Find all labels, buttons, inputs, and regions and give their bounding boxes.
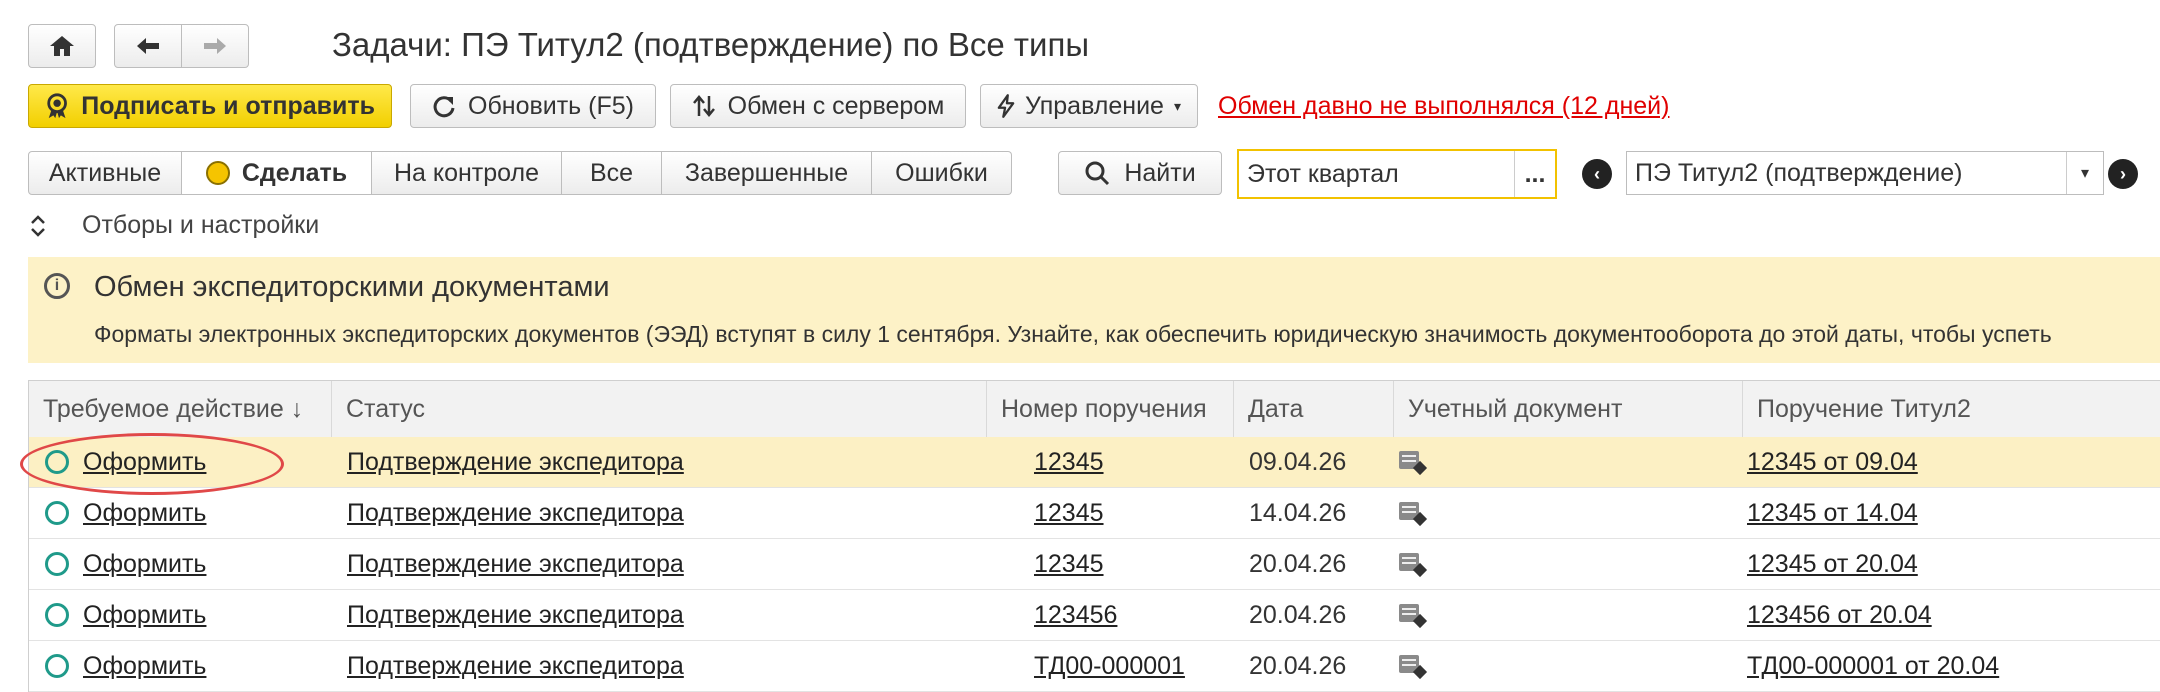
table-header: Требуемое действие ↓ Статус Номер поруче…	[29, 381, 2160, 438]
number-link[interactable]: 12345	[1034, 499, 1104, 528]
tab-todo[interactable]: Сделать	[182, 151, 372, 195]
status-circle-icon	[45, 603, 69, 627]
tasks-table: Требуемое действие ↓ Статус Номер поруче…	[28, 380, 2160, 692]
number-link[interactable]: 12345	[1034, 448, 1104, 477]
home-icon	[50, 36, 74, 56]
previous-type-icon[interactable]: ‹	[1582, 159, 1612, 189]
status-link[interactable]: Подтверждение экспедитора	[347, 550, 684, 579]
date-cell: 20.04.26	[1249, 651, 1347, 680]
tab-on-control[interactable]: На контроле	[372, 151, 562, 195]
period-select-button[interactable]: ...	[1514, 151, 1555, 197]
order-link[interactable]: ТД00-000001 от 20.04	[1747, 652, 1999, 681]
highlight-oval	[20, 433, 284, 495]
exchange-label: Обмен с сервером	[727, 91, 945, 120]
date-cell: 20.04.26	[1249, 549, 1347, 578]
sign-and-send-button[interactable]: Подписать и отправить	[28, 84, 392, 128]
column-header-status[interactable]: Статус	[332, 381, 987, 437]
refresh-button[interactable]: Обновить (F5)	[410, 84, 656, 128]
refresh-icon	[433, 96, 455, 118]
yellow-circle-icon	[205, 161, 230, 185]
expand-collapse-icon	[31, 214, 45, 237]
tab-completed[interactable]: Завершенные	[662, 151, 872, 195]
column-header-action[interactable]: Требуемое действие ↓	[29, 381, 332, 437]
status-link[interactable]: Подтверждение экспедитора	[347, 448, 684, 477]
order-link[interactable]: 123456 от 20.04	[1747, 601, 1932, 630]
table-row[interactable]: Оформить Подтверждение экспедитора 12345…	[29, 539, 2160, 590]
status-link[interactable]: Подтверждение экспедитора	[347, 499, 684, 528]
order-link[interactable]: 12345 от 14.04	[1747, 499, 1918, 528]
chevron-down-icon[interactable]: ▾	[2066, 152, 2103, 194]
number-link[interactable]: ТД00-000001	[1034, 652, 1185, 681]
status-link[interactable]: Подтверждение экспедитора	[347, 652, 684, 681]
document-icon[interactable]	[1399, 502, 1428, 527]
page-title: Задачи: ПЭ Титул2 (подтверждение) по Все…	[332, 26, 1090, 63]
lightning-icon	[997, 94, 1015, 118]
action-link[interactable]: Оформить	[83, 652, 206, 681]
type-select[interactable]: ПЭ Титул2 (подтверждение) ▾	[1626, 151, 2104, 195]
period-field[interactable]: Этот квартал ...	[1237, 149, 1557, 199]
status-circle-icon	[45, 501, 69, 525]
next-type-icon[interactable]: ›	[2108, 159, 2138, 189]
document-icon[interactable]	[1399, 451, 1428, 476]
table-row[interactable]: Оформить Подтверждение экспедитора 12345…	[29, 437, 2160, 488]
number-link[interactable]: 12345	[1034, 550, 1104, 579]
tab-errors[interactable]: Ошибки	[872, 151, 1012, 195]
action-link[interactable]: Оформить	[83, 550, 206, 579]
table-row[interactable]: Оформить Подтверждение экспедитора ТД00-…	[29, 641, 2160, 692]
table-row[interactable]: Оформить Подтверждение экспедитора 12345…	[29, 590, 2160, 641]
filters-toggle[interactable]: Отборы и настройки	[30, 211, 319, 240]
info-banner: i Обмен экспедиторскими документами Форм…	[28, 257, 2160, 363]
action-link[interactable]: Оформить	[83, 601, 206, 630]
arrow-right-icon	[204, 38, 226, 54]
column-header-number[interactable]: Номер поручения	[987, 381, 1234, 437]
date-cell: 14.04.26	[1249, 498, 1347, 527]
order-link[interactable]: 12345 от 09.04	[1747, 448, 1918, 477]
home-button[interactable]	[28, 24, 96, 68]
forward-button[interactable]	[181, 24, 249, 68]
action-link[interactable]: Оформить	[83, 499, 206, 528]
column-header-document[interactable]: Учетный документ	[1394, 381, 1743, 437]
table-row[interactable]: Оформить Подтверждение экспедитора 12345…	[29, 488, 2160, 539]
document-icon[interactable]	[1399, 553, 1428, 578]
exchange-icon	[692, 95, 715, 117]
status-link[interactable]: Подтверждение экспедитора	[347, 601, 684, 630]
exchange-alert-link[interactable]: Обмен давно не выполнялся (12 дней)	[1218, 92, 1669, 121]
info-icon: i	[44, 273, 70, 299]
banner-text: Форматы электронных экспедиторских докум…	[94, 321, 2052, 347]
banner-title: Обмен экспедиторскими документами	[94, 271, 610, 303]
manage-menu-button[interactable]: Управление ▾	[980, 84, 1198, 128]
order-link[interactable]: 12345 от 20.04	[1747, 550, 1918, 579]
find-button[interactable]: Найти	[1058, 151, 1222, 195]
date-cell: 20.04.26	[1249, 600, 1347, 629]
back-button[interactable]	[114, 24, 182, 68]
seal-icon	[47, 93, 67, 119]
refresh-label: Обновить (F5)	[468, 91, 634, 120]
document-icon[interactable]	[1399, 655, 1428, 680]
type-select-value: ПЭ Титул2 (подтверждение)	[1635, 158, 1963, 187]
filters-label: Отборы и настройки	[82, 211, 320, 239]
column-header-order[interactable]: Поручение Титул2	[1743, 381, 2160, 437]
period-value: Этот квартал	[1247, 159, 1399, 188]
sign-and-send-label: Подписать и отправить	[81, 91, 375, 120]
manage-label: Управление	[1024, 91, 1164, 120]
number-link[interactable]: 123456	[1034, 601, 1117, 630]
document-icon[interactable]	[1399, 604, 1428, 629]
search-icon	[1085, 161, 1110, 186]
find-label: Найти	[1124, 158, 1196, 187]
date-cell: 09.04.26	[1249, 447, 1347, 476]
column-header-date[interactable]: Дата	[1234, 381, 1394, 437]
chevron-down-icon: ▾	[1173, 97, 1181, 114]
status-circle-icon	[45, 552, 69, 576]
tab-active[interactable]: Активные	[28, 151, 182, 195]
arrow-left-icon	[137, 38, 159, 54]
tab-all[interactable]: Все	[562, 151, 662, 195]
status-circle-icon	[45, 654, 69, 678]
exchange-with-server-button[interactable]: Обмен с сервером	[670, 84, 966, 128]
